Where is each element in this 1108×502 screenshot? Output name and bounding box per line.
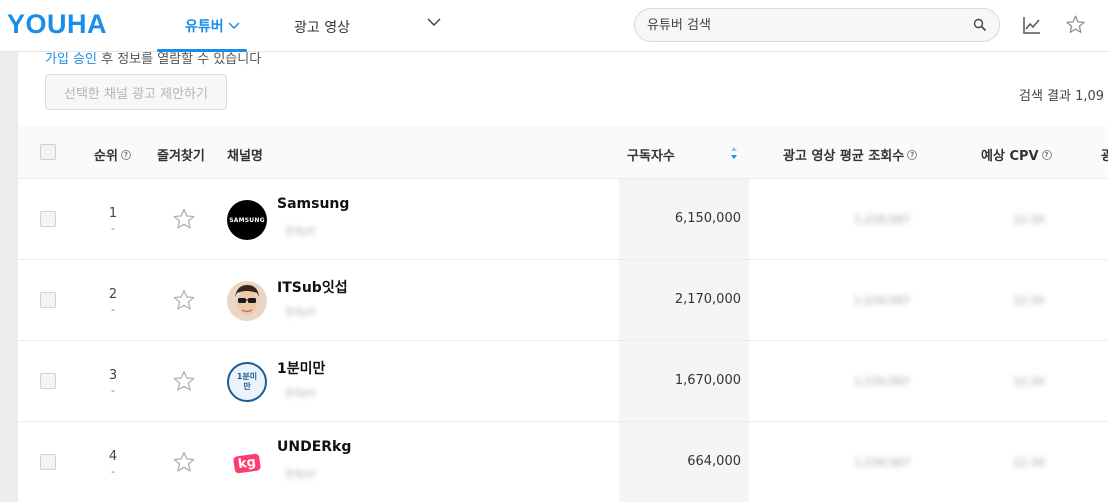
- nav-youtuber-menu[interactable]: 유튜버: [185, 16, 240, 36]
- search-box: [634, 8, 1000, 42]
- signup-approval-link[interactable]: 가입 승인: [45, 52, 97, 67]
- propose-ad-button[interactable]: 선택한 채널 광고 제안하기: [45, 74, 227, 110]
- favorite-star-icon[interactable]: [172, 288, 196, 312]
- subscriber-count: 2,170,000: [674, 292, 741, 307]
- channel-category-blurred: 전자/IT: [285, 227, 316, 238]
- info-icon[interactable]: ?: [907, 149, 918, 160]
- avatar[interactable]: SAMSUNG: [227, 200, 267, 240]
- row-checkbox[interactable]: [40, 373, 56, 389]
- cpv-blurred: 12.34: [1013, 456, 1045, 469]
- avg-views-blurred: 1,234,567: [854, 456, 910, 469]
- rank-number: 3: [108, 368, 118, 383]
- column-cpv[interactable]: 예상 CPV ?: [981, 145, 1052, 164]
- nav-ad-video-menu[interactable]: 광고 영상: [294, 17, 350, 37]
- row-checkbox[interactable]: [40, 211, 56, 227]
- table-row[interactable]: 3 - 1분미만 1분미만 전자/IT 1,670,000 1,234,567 …: [18, 341, 1108, 422]
- channel-category-blurred: 전자/IT: [285, 470, 316, 481]
- avg-views-blurred: 1,234,567: [854, 294, 910, 307]
- info-icon[interactable]: ?: [1041, 149, 1052, 160]
- main-content: 가입 승인 후 정보를 열람할 수 있습니다 선택한 채널 광고 제안하기 검색…: [18, 52, 1108, 502]
- subscriber-count: 664,000: [687, 454, 741, 469]
- rank-change: -: [111, 384, 115, 397]
- rank-number: 2: [108, 287, 118, 302]
- rank-change: -: [111, 303, 115, 316]
- channel-name[interactable]: 1분미만: [277, 358, 325, 378]
- avg-views-blurred: 1,234,567: [854, 375, 910, 388]
- rank-change: -: [111, 465, 115, 478]
- column-avg-views-label: 광고 영상 평균 조회수: [783, 149, 905, 164]
- column-extra: 광: [1101, 149, 1108, 164]
- access-notice: 가입 승인 후 정보를 열람할 수 있습니다: [45, 52, 261, 67]
- cpv-blurred: 12.34: [1013, 375, 1045, 388]
- favorite-star-icon[interactable]: [172, 450, 196, 474]
- channel-category-blurred: 전자/IT: [285, 308, 316, 319]
- column-rank[interactable]: 순위 ?: [94, 145, 131, 164]
- person-photo-icon: [227, 281, 267, 321]
- table-row[interactable]: 4 - kg UNDERkg 전자/IT 664,000 1,234,567 1…: [18, 422, 1108, 502]
- avg-views-blurred: 1,234,567: [854, 213, 910, 226]
- favorite-star-icon[interactable]: [172, 207, 196, 231]
- column-favorite: 즐겨찾기: [157, 149, 205, 164]
- column-cpv-label: 예상 CPV: [981, 149, 1039, 164]
- column-channel: 채널명: [227, 149, 263, 164]
- channel-name[interactable]: UNDERkg: [277, 439, 351, 455]
- sort-icon[interactable]: [730, 146, 738, 160]
- cpv-blurred: 12.34: [1013, 294, 1045, 307]
- avatar[interactable]: [227, 281, 267, 321]
- underkg-logo: kg: [232, 452, 262, 474]
- access-notice-text: 후 정보를 열람할 수 있습니다: [96, 52, 262, 67]
- table-row[interactable]: 1 - SAMSUNG Samsung 전자/IT 6,150,000 1,23…: [18, 179, 1108, 260]
- avatar[interactable]: kg: [227, 443, 267, 483]
- cpv-blurred: 12.34: [1013, 213, 1045, 226]
- channel-category-blurred: 전자/IT: [285, 389, 316, 400]
- rank-number: 4: [108, 449, 118, 464]
- row-checkbox[interactable]: [40, 292, 56, 308]
- left-sidebar-rail: [0, 52, 18, 502]
- subscriber-count: 1,670,000: [674, 373, 741, 388]
- column-avg-views[interactable]: 광고 영상 평균 조회수 ?: [783, 145, 918, 164]
- table-header: 순위 ? 즐겨찾기 채널명 구독자수 광고 영상 평균 조회수 ? 예상 CPV…: [18, 126, 1108, 179]
- favorite-star-icon[interactable]: [172, 369, 196, 393]
- select-all-checkbox[interactable]: [40, 144, 56, 160]
- channel-logo-text: 1분미만: [236, 372, 258, 391]
- trend-chart-icon[interactable]: [1022, 15, 1042, 35]
- search-result-count: 검색 결과 1,09: [1019, 89, 1105, 104]
- subscriber-count: 6,150,000: [674, 211, 741, 226]
- youha-logo[interactable]: YOUHA: [7, 9, 107, 40]
- channel-name[interactable]: ITSub잇섭: [277, 277, 348, 297]
- top-navigation-bar: YOUHA 유튜버 광고 영상: [0, 0, 1108, 52]
- avatar[interactable]: 1분미만: [227, 362, 267, 402]
- samsung-logo: SAMSUNG: [229, 216, 265, 224]
- row-checkbox[interactable]: [40, 454, 56, 470]
- info-icon[interactable]: ?: [120, 149, 131, 160]
- table-row[interactable]: 2 - ITSub잇섭 전자/IT 2,170,000 1,234,567 12…: [18, 260, 1108, 341]
- rank-number: 1: [108, 206, 118, 221]
- column-rank-label: 순위: [94, 149, 118, 164]
- search-input[interactable]: [647, 15, 967, 35]
- rank-change: -: [111, 222, 115, 235]
- chevron-down-icon: [228, 22, 240, 30]
- search-icon[interactable]: [973, 18, 987, 32]
- chevron-down-icon[interactable]: [427, 18, 441, 27]
- channel-name[interactable]: Samsung: [277, 196, 349, 212]
- active-nav-indicator: [157, 49, 247, 52]
- column-subscribers[interactable]: 구독자수: [627, 145, 675, 164]
- favorites-star-icon[interactable]: [1065, 14, 1086, 35]
- nav-youtuber-label: 유튜버: [185, 19, 224, 35]
